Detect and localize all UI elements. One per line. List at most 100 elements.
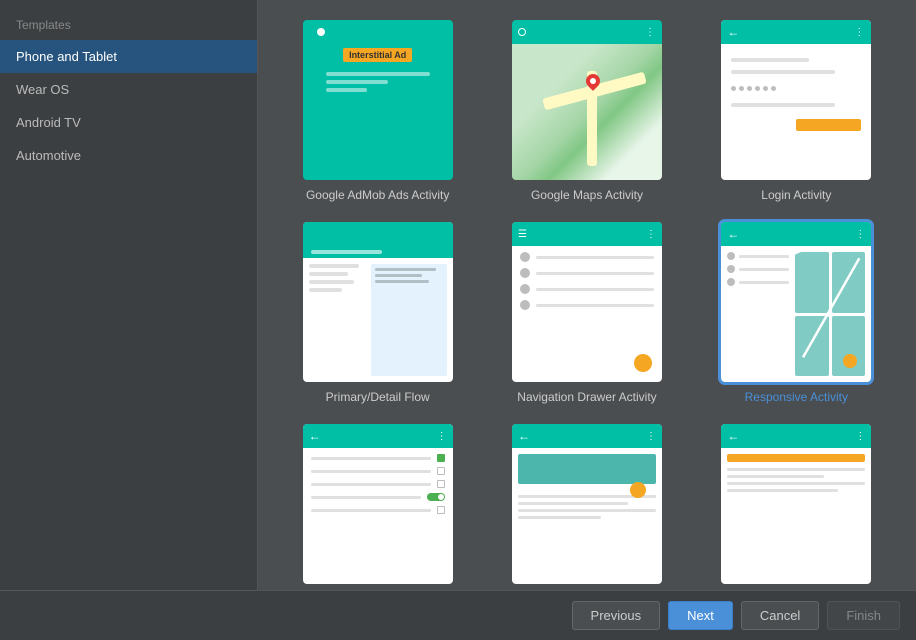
maps-preview: ⋮ [512,20,662,180]
admob-line-1 [326,72,430,76]
settings-text-5 [311,509,431,512]
template-thumb-scrollable: ← ⋮ [512,424,662,584]
navdrawer-row-2 [520,268,654,278]
settings-row-2 [311,467,445,475]
navdrawer-circle-3 [520,284,530,294]
previous-button[interactable]: Previous [572,601,661,630]
scroll-line-2 [518,502,628,505]
login-dot-3 [747,86,752,91]
navdrawer-bar-1 [536,256,654,259]
settings-text-2 [311,470,431,473]
template-thumb-primary-detail [303,222,453,382]
login-dot-5 [763,86,768,91]
master-back-icon: ← [727,429,739,443]
scrollable-fab [630,482,646,498]
scroll-line-4 [518,516,601,519]
login-dot-2 [739,86,744,91]
template-settings[interactable]: ← ⋮ [288,424,467,590]
template-admob[interactable]: Interstitial Ad Google AdMob Ads Activit… [288,20,467,202]
template-primary-detail[interactable]: Primary/Detail Flow [288,222,467,404]
responsive-body [721,246,871,382]
sidebar-item-android-tv[interactable]: Android TV [0,106,257,139]
template-label-primary-detail: Primary/Detail Flow [326,390,430,404]
finish-button[interactable]: Finish [827,601,900,630]
template-label-login: Login Activity [761,188,831,202]
settings-text-1 [311,457,431,460]
login-toolbar: ← ⋮ [721,20,871,44]
navdrawer-circle-4 [520,300,530,310]
navdrawer-row-4 [520,300,654,310]
master-gray-bar-4 [727,489,837,492]
settings-row-4 [311,493,445,501]
footer: Previous Next Cancel Finish [0,590,916,640]
navdrawer-toolbar: ☰ ⋮ [512,222,662,246]
maps-body [512,44,662,180]
resp-cell-3 [795,316,828,377]
resp-row-1 [727,252,789,260]
scrollable-toolbar: ← ⋮ [512,424,662,448]
sidebar-title: Templates [0,8,257,40]
scrollable-header-block [518,454,656,484]
settings-preview: ← ⋮ [303,424,453,584]
primary-right-bar-2 [375,274,422,277]
template-label-maps: Google Maps Activity [531,188,643,202]
content-area: Interstitial Ad Google AdMob Ads Activit… [258,0,916,590]
scrollable-dots: ⋮ [646,431,656,442]
primary-preview [303,222,453,382]
cancel-button[interactable]: Cancel [741,601,819,630]
template-scrollable[interactable]: ← ⋮ [497,424,676,590]
template-thumb-nav-drawer: ☰ ⋮ [512,222,662,382]
template-login[interactable]: ← ⋮ [707,20,886,202]
template-thumb-login: ← ⋮ [721,20,871,180]
primary-right-bar-3 [375,280,429,283]
template-thumb-master-detail: ← ⋮ [721,424,871,584]
admob-preview: Interstitial Ad [303,20,453,180]
settings-checkbox-2 [437,467,445,475]
maps-toolbar: ⋮ [512,20,662,44]
settings-text-3 [311,483,431,486]
admob-badge: Interstitial Ad [343,48,412,62]
sidebar-item-automotive[interactable]: Automotive [0,139,257,172]
primary-left-bar-3 [309,280,354,284]
admob-dot [317,28,325,36]
primary-left [309,264,365,376]
template-thumb-responsive: ← ⋮ [721,222,871,382]
navdrawer-menu-icon: ☰ [518,229,527,240]
scrollable-header-container [518,454,656,490]
settings-text-4 [311,496,421,499]
login-dot-1 [731,86,736,91]
responsive-toolbar: ← ⋮ [721,222,871,246]
main-layout: Templates Phone and Tablet Wear OS Andro… [0,0,916,590]
maps-dots: ⋮ [645,27,656,38]
responsive-preview: ← ⋮ [721,222,871,382]
resp-cell-2 [832,252,865,313]
admob-lines [326,72,430,96]
login-body [721,44,871,180]
template-thumb-admob: Interstitial Ad [303,20,453,180]
settings-dots: ⋮ [437,431,447,442]
template-responsive[interactable]: ← ⋮ [707,222,886,404]
sidebar-item-wear-os[interactable]: Wear OS [0,73,257,106]
settings-checkbox-3 [437,480,445,488]
resp-circle-1 [727,252,735,260]
sidebar: Templates Phone and Tablet Wear OS Andro… [0,0,258,590]
primary-left-bar-4 [309,288,343,292]
template-thumb-settings: ← ⋮ [303,424,453,584]
settings-back-icon: ← [309,429,321,443]
next-button[interactable]: Next [668,601,733,630]
template-nav-drawer[interactable]: ☰ ⋮ [497,222,676,404]
sidebar-item-phone-tablet[interactable]: Phone and Tablet [0,40,257,73]
admob-line-3 [326,88,368,92]
settings-checkbox-1 [437,454,445,462]
master-body [721,448,871,584]
scroll-line-3 [518,509,656,512]
settings-row-3 [311,480,445,488]
template-master-detail[interactable]: ← ⋮ Master/Detail Flow [707,424,886,590]
primary-left-bar-2 [309,272,348,276]
login-dots: ⋮ [854,27,865,38]
login-dots-row [731,86,861,91]
primary-right-bar-1 [375,268,436,271]
responsive-left-col [727,252,789,376]
template-maps[interactable]: ⋮ Google Maps Activity [497,20,676,202]
responsive-dots: ⋮ [855,229,865,240]
